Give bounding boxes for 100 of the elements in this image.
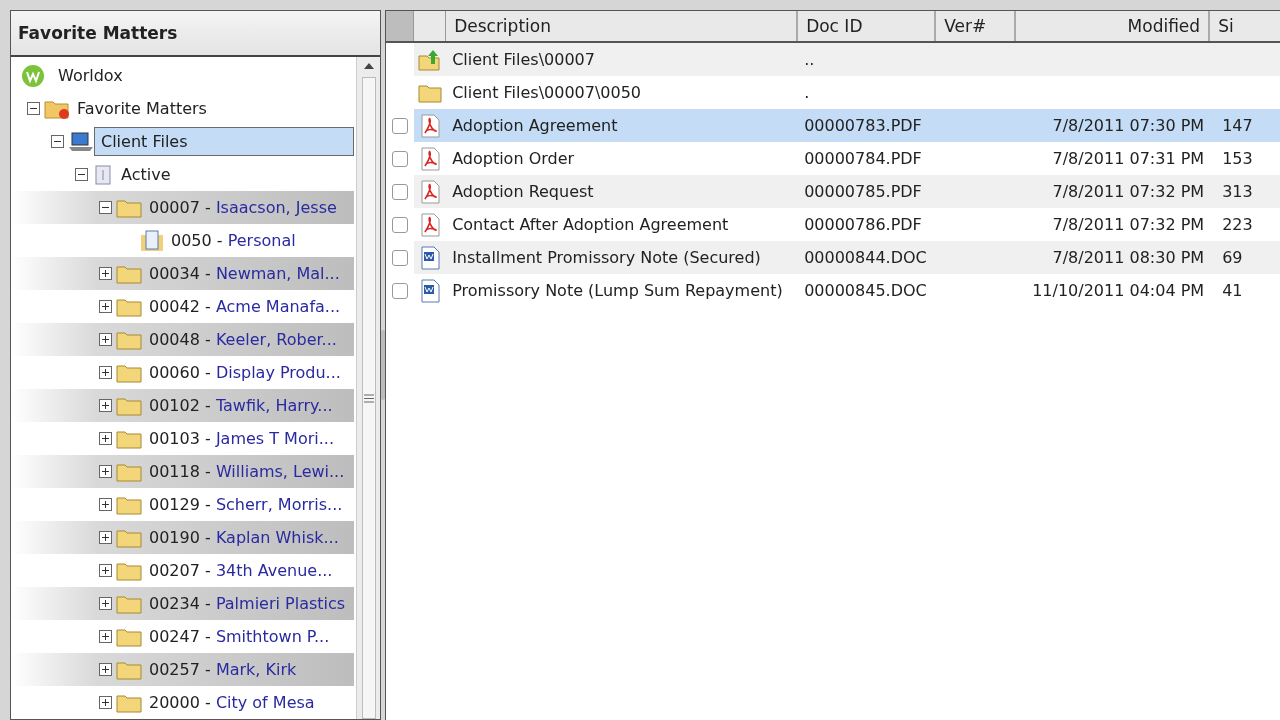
pdf-file-icon: [419, 212, 442, 237]
folder-icon: [116, 329, 142, 350]
row-checkbox[interactable]: [392, 117, 409, 134]
description-cell-text: Contact After Adoption Agreement: [451, 215, 730, 234]
modified-cell-text: 7/8/2011 07:30 PM: [1051, 116, 1206, 135]
tree-item[interactable]: Worldox: [51, 61, 132, 90]
description-cell-text: Adoption Request: [451, 182, 595, 201]
doc-id-cell-text: .: [803, 83, 811, 102]
doc-id-cell-text: 00000845.DOC: [803, 281, 928, 300]
row-checkbox[interactable]: [392, 150, 409, 167]
column-header[interactable]: Description: [446, 11, 799, 41]
expand-toggle[interactable]: [99, 366, 112, 379]
tree-item[interactable]: Favorite Matters: [70, 94, 216, 123]
expand-toggle[interactable]: [99, 465, 112, 478]
tree-item[interactable]: 0050 - Personal: [164, 226, 305, 255]
doc-id-cell-text: 00000783.PDF: [803, 116, 923, 135]
description-cell-text: Promissory Note (Lump Sum Repayment): [451, 281, 784, 300]
tree-item[interactable]: 00060 - Display Produ...: [142, 358, 350, 387]
pdf-file-icon: [419, 146, 442, 171]
expand-toggle[interactable]: [99, 630, 112, 643]
row-checkbox[interactable]: [392, 249, 409, 266]
folder-icon: [116, 263, 142, 284]
size-cell-text: 69: [1221, 248, 1244, 267]
row-checkbox[interactable]: [392, 183, 409, 200]
doc-id-cell-text: 00000844.DOC: [803, 248, 928, 267]
file-row[interactable]: Installment Promissory Note (Secured) 00000844.DOC 7/8/2011 08:30 PM 69: [386, 241, 1280, 274]
file-row[interactable]: Client Files\00007 ..: [386, 43, 1280, 76]
expand-toggle[interactable]: [99, 399, 112, 412]
tree-item[interactable]: 00247 - Smithtown P...: [142, 622, 339, 651]
expand-toggle[interactable]: [99, 531, 112, 544]
scrollbar[interactable]: [356, 57, 381, 719]
pdf-file-icon: [419, 179, 442, 204]
folder-icon: [116, 626, 142, 647]
modified-cell-text: 7/8/2011 07:32 PM: [1051, 215, 1206, 234]
doc-id-cell-text: ..: [803, 50, 816, 69]
tree-item[interactable]: 00042 - Acme Manafa...: [142, 292, 350, 321]
tree-item[interactable]: 00207 - 34th Avenue...: [142, 556, 342, 585]
row-checkbox[interactable]: [392, 216, 409, 233]
scroll-thumb[interactable]: [361, 77, 376, 719]
modified-cell-text: 7/8/2011 08:30 PM: [1051, 248, 1206, 267]
folder-icon: [116, 494, 142, 515]
word-document-icon: [419, 278, 442, 303]
folder-icon: [116, 527, 142, 548]
expand-toggle[interactable]: [99, 663, 112, 676]
modified-cell-text: 11/10/2011 04:04 PM: [1031, 281, 1206, 300]
tree-item[interactable]: 20000 - City of Mesa: [142, 688, 324, 717]
folder-icon: [116, 692, 142, 713]
grip-icon: [363, 393, 374, 403]
folder-icon: [116, 296, 142, 317]
column-header[interactable]: Ver#: [936, 11, 1017, 41]
doc-id-cell-text: 00000784.PDF: [803, 149, 923, 168]
description-cell-text: Installment Promissory Note (Secured): [451, 248, 762, 267]
row-checkbox[interactable]: [392, 282, 409, 299]
tree-item[interactable]: 00103 - James T Mori...: [142, 424, 343, 453]
column-header[interactable]: Modified: [1016, 11, 1211, 41]
scroll-up-arrow-icon[interactable]: [363, 63, 374, 69]
globe-logo-icon: [21, 63, 45, 88]
folder-icon: [116, 395, 142, 416]
header-corner: [386, 11, 415, 41]
splitter-handle[interactable]: [381, 330, 386, 400]
modified-cell-text: 7/8/2011 07:31 PM: [1051, 149, 1206, 168]
collapse-toggle[interactable]: [51, 135, 64, 148]
document-icon: [140, 229, 164, 252]
folder-icon: [116, 659, 142, 680]
expand-toggle[interactable]: [99, 696, 112, 709]
folder-icon: [116, 593, 142, 614]
pdf-file-icon: [419, 113, 442, 138]
file-row[interactable]: Adoption Request 00000785.PDF 7/8/2011 07:32 PM 313: [386, 175, 1280, 208]
collapse-toggle[interactable]: [27, 102, 40, 115]
collapse-toggle[interactable]: [75, 168, 88, 181]
tree-item[interactable]: Active: [114, 160, 180, 189]
description-cell-text: Client Files\00007: [451, 50, 596, 69]
cabinet-icon: [92, 163, 114, 186]
folder-icon: [116, 362, 142, 383]
tree-item[interactable]: Client Files: [94, 127, 355, 156]
doc-id-cell-text: 00000785.PDF: [803, 182, 923, 201]
folder-icon: [116, 428, 142, 449]
column-header[interactable]: Si: [1210, 11, 1280, 41]
word-document-icon: [419, 245, 442, 270]
file-row[interactable]: Adoption Agreement 00000783.PDF 7/8/2011 07:30 PM 147: [386, 109, 1280, 142]
description-cell-text: Client Files\00007\0050: [451, 83, 643, 102]
size-cell-text: 153: [1221, 149, 1254, 168]
expand-toggle[interactable]: [99, 597, 112, 610]
collapse-toggle[interactable]: [99, 201, 112, 214]
expand-toggle[interactable]: [99, 498, 112, 511]
column-header[interactable]: Doc ID: [798, 11, 937, 41]
folder-icon: [116, 560, 142, 581]
laptop-icon: [68, 130, 94, 153]
expand-toggle[interactable]: [99, 267, 112, 280]
expand-toggle[interactable]: [99, 333, 112, 346]
expand-toggle[interactable]: [99, 564, 112, 577]
description-cell-text: Adoption Agreement: [451, 116, 619, 135]
folder-icon: [116, 197, 142, 218]
expand-toggle[interactable]: [99, 432, 112, 445]
doc-id-cell-text: 00000786.PDF: [803, 215, 923, 234]
size-cell-text: 313: [1221, 182, 1254, 201]
tree-item[interactable]: 00129 - Scherr, Morris...: [142, 490, 352, 519]
size-cell-text: 41: [1221, 281, 1244, 300]
modified-cell-text: 7/8/2011 07:32 PM: [1051, 182, 1206, 201]
expand-toggle[interactable]: [99, 300, 112, 313]
